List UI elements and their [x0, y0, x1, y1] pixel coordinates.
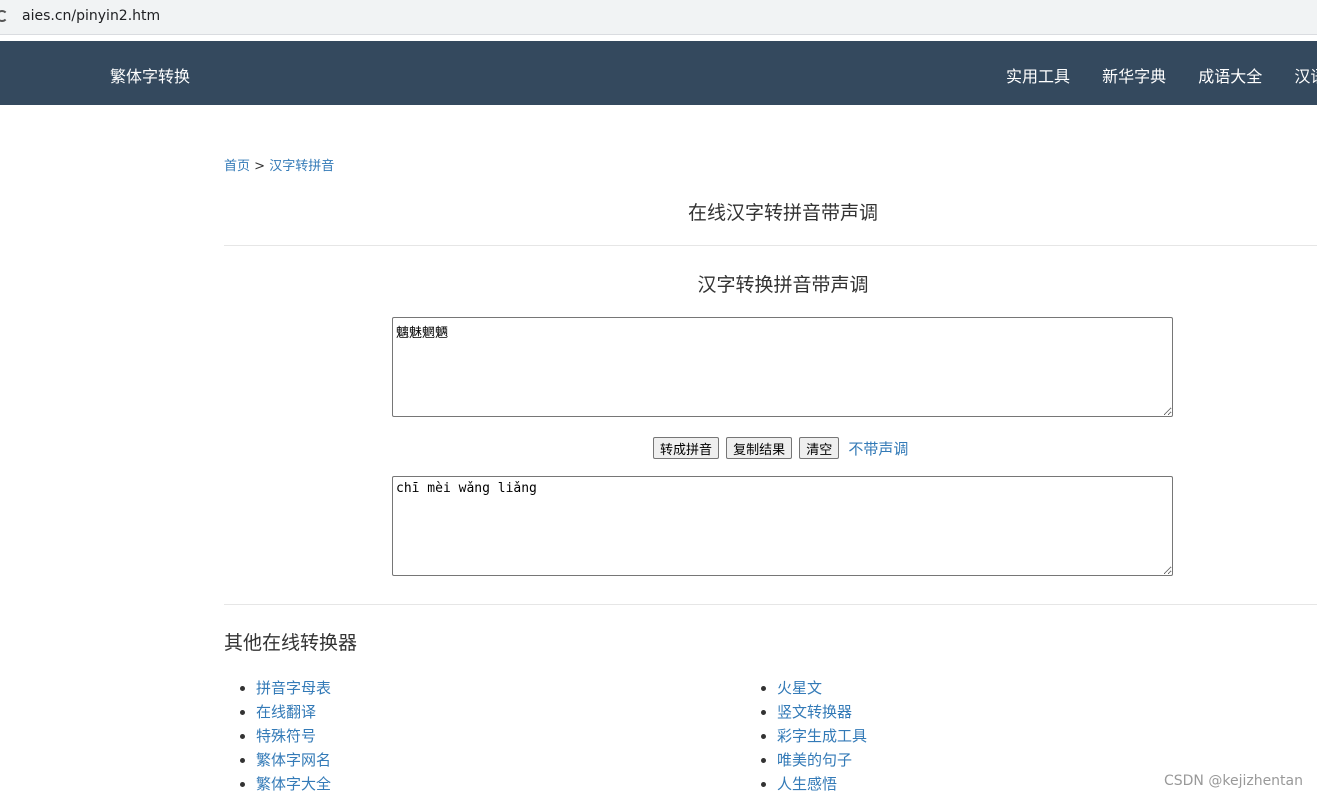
convert-button[interactable]: 转成拼音: [653, 437, 720, 459]
nav-link-chinese[interactable]: 汉语: [1294, 63, 1317, 87]
converter-link[interactable]: 拼音字母表: [256, 679, 331, 697]
no-tone-link[interactable]: 不带声调: [848, 440, 908, 458]
list-item: 繁体字网名: [256, 748, 331, 772]
url-text[interactable]: aies.cn/pinyin2.htm: [22, 8, 160, 24]
list-item: 拼音字母表: [256, 676, 331, 700]
list-item: 在线翻译: [256, 700, 331, 724]
converter-link[interactable]: 火星文: [777, 679, 822, 697]
section-title: 汉字转换拼音带声调: [697, 274, 869, 296]
list-item: 竖文转换器: [777, 700, 867, 724]
list-item: 火星文: [777, 676, 867, 700]
converter-link[interactable]: 唯美的句子: [777, 751, 852, 769]
list-item: 特殊符号: [256, 724, 331, 748]
list-item: 繁体字大全: [256, 772, 331, 796]
copy-button[interactable]: 复制结果: [726, 437, 793, 459]
breadcrumb-current[interactable]: 汉字转拼音: [269, 159, 334, 174]
nav-link-dictionary[interactable]: 新华字典: [1102, 63, 1166, 87]
nav-link-idioms[interactable]: 成语大全: [1198, 63, 1262, 87]
list-item: 唯美的句子: [777, 748, 867, 772]
breadcrumb-home[interactable]: 首页: [224, 159, 250, 174]
list-item: 彩字生成工具: [777, 724, 867, 748]
page-title: 在线汉字转拼音带声调: [687, 202, 878, 224]
converter-links-right: 火星文 竖文转换器 彩字生成工具 唯美的句子 人生感悟: [745, 676, 867, 796]
divider: [224, 245, 1317, 246]
converter-link[interactable]: 在线翻译: [256, 703, 316, 721]
action-buttons: 转成拼音 复制结果 清空 不带声调: [653, 437, 908, 459]
site-info-icon[interactable]: [0, 10, 8, 22]
converter-link[interactable]: 人生感悟: [777, 775, 837, 793]
pinyin-output[interactable]: chī mèi wǎng liǎng: [392, 476, 1173, 576]
list-item: 人生感悟: [777, 772, 867, 796]
chinese-input[interactable]: 魑魅魍魉: [392, 317, 1173, 417]
converter-link[interactable]: 彩字生成工具: [777, 727, 867, 745]
converter-link[interactable]: 特殊符号: [256, 727, 316, 745]
converter-links-left: 拼音字母表 在线翻译 特殊符号 繁体字网名 繁体字大全: [224, 676, 331, 796]
breadcrumb: 首页 > 汉字转拼音: [224, 155, 334, 174]
nav-link-tools[interactable]: 实用工具: [1006, 63, 1070, 87]
clear-button[interactable]: 清空: [799, 437, 840, 459]
converter-link[interactable]: 繁体字网名: [256, 751, 331, 769]
top-navbar: 繁体字转换 实用工具 新华字典 成语大全 汉语: [0, 41, 1317, 105]
divider: [224, 604, 1317, 605]
converter-link[interactable]: 竖文转换器: [777, 703, 852, 721]
converter-link[interactable]: 繁体字大全: [256, 775, 331, 793]
browser-address-bar[interactable]: aies.cn/pinyin2.htm: [0, 0, 1317, 35]
navbar-links: 实用工具 新华字典 成语大全 汉语: [1006, 63, 1317, 87]
csdn-watermark: CSDN @kejizhentan: [1163, 773, 1303, 789]
breadcrumb-separator: >: [254, 159, 266, 174]
navbar-brand[interactable]: 繁体字转换: [110, 63, 190, 87]
other-converters-title: 其他在线转换器: [224, 632, 358, 654]
